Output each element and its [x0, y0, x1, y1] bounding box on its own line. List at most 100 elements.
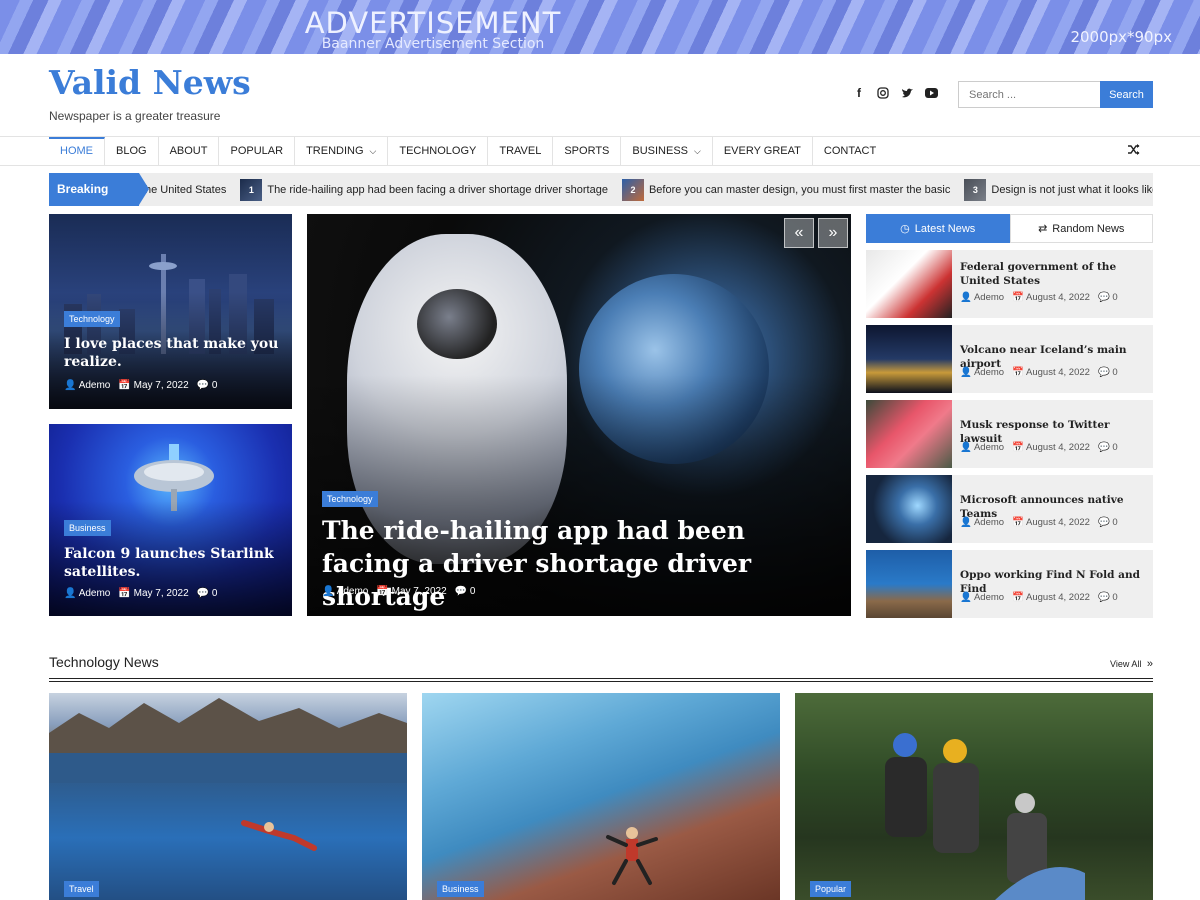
article-meta: 👤 Ademo 📅 May 7, 2022 💬 0 — [322, 586, 475, 597]
comments[interactable]: 💬 0 — [455, 586, 476, 597]
nav-item-trending[interactable]: TRENDING ⌵ — [295, 137, 389, 166]
category-tag[interactable]: Technology — [322, 491, 378, 507]
comment-count: 0 — [1112, 442, 1118, 453]
ticker-item-text: The ride-hailing app had been facing a d… — [267, 183, 608, 196]
category-tag[interactable]: Technology — [64, 311, 120, 327]
featured-card[interactable]: Technology I love places that make you r… — [49, 214, 292, 409]
slider-next-button[interactable]: » — [818, 218, 848, 248]
breaking-news-bar: he United States 1 The ride-hailing app … — [49, 173, 1153, 206]
article-thumbnail[interactable] — [866, 475, 952, 543]
author[interactable]: 👤 Ademo — [960, 442, 1004, 453]
clock-icon: ◷ — [900, 223, 910, 235]
nav-item-about[interactable]: ABOUT — [159, 137, 220, 166]
youtube-icon[interactable] — [924, 86, 938, 100]
list-item[interactable]: Musk response to Twitter lawsuit 👤 Ademo… — [866, 400, 1153, 468]
article-thumbnail[interactable] — [866, 250, 952, 318]
comment-count: 0 — [1112, 292, 1118, 303]
author[interactable]: 👤 Ademo — [322, 586, 368, 597]
category-tag[interactable]: Travel — [64, 881, 99, 897]
comments[interactable]: 💬 0 — [1098, 367, 1118, 378]
view-all-link[interactable]: View All » — [1110, 658, 1153, 670]
author[interactable]: 👤 Ademo — [960, 592, 1004, 603]
comment-count: 0 — [469, 586, 476, 597]
chevron-down-icon: ⌵ — [694, 146, 701, 156]
featured-card[interactable]: Business Falcon 9 launches Starlink sate… — [49, 424, 292, 616]
article-meta: 👤 Ademo 📅 August 4, 2022 💬 0 — [960, 292, 1118, 303]
ticker-item[interactable]: 2 Before you can master design, you must… — [621, 178, 950, 201]
tab-latest-news[interactable]: ◷ Latest News — [866, 214, 1010, 243]
author[interactable]: 👤 Ademo — [960, 517, 1004, 528]
article-title[interactable]: The ride-hailing app had been facing a d… — [322, 514, 822, 613]
nav-item-business[interactable]: BUSINESS ⌵ — [621, 137, 713, 166]
comments[interactable]: 💬 0 — [1098, 517, 1118, 528]
article-title[interactable]: Falcon 9 launches Starlink satellites. — [64, 545, 279, 581]
article-thumbnail[interactable] — [866, 325, 952, 393]
mountains-image — [49, 698, 407, 783]
article-title[interactable]: Federal government of the United States — [960, 260, 1150, 288]
author-name: Ademo — [78, 588, 111, 599]
nav-item-technology[interactable]: TECHNOLOGY — [388, 137, 489, 166]
list-item[interactable]: Federal government of the United States … — [866, 250, 1153, 318]
article-title[interactable]: I love places that make you realize. — [64, 335, 279, 371]
article-thumbnail[interactable] — [866, 400, 952, 468]
nav-item-home[interactable]: HOME — [49, 137, 105, 166]
category-tag[interactable]: Business — [64, 520, 111, 536]
category-tag[interactable]: Popular — [810, 881, 852, 897]
date-text: May 7, 2022 — [133, 588, 189, 599]
comments[interactable]: 💬 0 — [1098, 592, 1118, 603]
section-header: Technology News View All » — [49, 652, 1153, 682]
ticker-item-text: he United States — [145, 183, 227, 196]
article-card[interactable]: Travel — [49, 693, 407, 900]
ticker-item[interactable]: he United States — [145, 184, 226, 196]
hikers-image — [885, 733, 1085, 900]
shuffle-icon[interactable] — [1128, 143, 1140, 158]
slider-prev-button[interactable]: « — [784, 218, 814, 248]
date-text: May 7, 2022 — [391, 586, 447, 597]
author-name: Ademo — [78, 380, 111, 391]
list-item[interactable]: Oppo working Find N Fold and Find 👤 Adem… — [866, 550, 1153, 618]
nav-item-business-label: BUSINESS — [632, 145, 689, 157]
advertisement-banner[interactable]: ADVERTISEMENT Baanner Advertisement Sect… — [0, 0, 1200, 54]
tab-label: Latest News — [914, 222, 976, 235]
author[interactable]: 👤 Ademo — [64, 380, 110, 391]
search-button[interactable]: Search — [1100, 81, 1153, 108]
twitter-icon[interactable] — [900, 86, 914, 100]
comments[interactable]: 💬 0 — [1098, 442, 1118, 453]
list-item[interactable]: Microsoft announces native Teams 👤 Ademo… — [866, 475, 1153, 543]
author[interactable]: 👤 Ademo — [960, 292, 1004, 303]
nav-item-popular[interactable]: POPULAR — [219, 137, 296, 166]
author[interactable]: 👤 Ademo — [64, 588, 110, 599]
list-item[interactable]: Volcano near Iceland’s main airport 👤 Ad… — [866, 325, 1153, 393]
comment-count: 0 — [211, 588, 218, 599]
featured-main-card[interactable]: « » Technology The ride-hailing app had … — [307, 214, 851, 616]
ad-size: 2000px*90px — [1070, 28, 1172, 46]
facebook-icon[interactable]: f — [852, 86, 866, 100]
article-card[interactable]: Business — [422, 693, 780, 900]
tab-random-news[interactable]: ⇄ Random News — [1009, 214, 1153, 243]
comments[interactable]: 💬 0 — [1098, 292, 1118, 303]
ticker-item[interactable]: 3 Design is not just what it looks like … — [964, 178, 1153, 201]
nav-item-contact[interactable]: CONTACT — [813, 137, 887, 166]
category-tag[interactable]: Business — [437, 881, 484, 897]
site-title[interactable]: Valid News — [49, 63, 251, 102]
date: 📅 August 4, 2022 — [1012, 442, 1090, 453]
comments[interactable]: 💬 0 — [197, 380, 218, 391]
date: 📅 August 4, 2022 — [1012, 592, 1090, 603]
chevron-right-icon: » — [1146, 658, 1153, 670]
article-thumbnail[interactable] — [866, 550, 952, 618]
instagram-icon[interactable] — [876, 86, 890, 100]
ticker-item[interactable]: 1 The ride-hailing app had been facing a… — [240, 178, 608, 201]
comment-count: 0 — [1112, 367, 1118, 378]
date-text: August 4, 2022 — [1026, 592, 1090, 603]
nav-item-blog[interactable]: BLOG — [105, 137, 159, 166]
ticker-thumbnail: 3 — [964, 178, 987, 201]
date: 📅 August 4, 2022 — [1012, 517, 1090, 528]
author[interactable]: 👤 Ademo — [960, 367, 1004, 378]
nav-item-travel[interactable]: TRAVEL — [488, 137, 554, 166]
search-input[interactable] — [958, 81, 1100, 108]
comment-count: 0 — [1112, 592, 1118, 603]
article-card[interactable]: Popular — [795, 693, 1153, 900]
nav-item-sports[interactable]: SPORTS — [553, 137, 622, 166]
nav-item-every-great[interactable]: EVERY GREAT — [713, 137, 813, 166]
comments[interactable]: 💬 0 — [197, 588, 218, 599]
